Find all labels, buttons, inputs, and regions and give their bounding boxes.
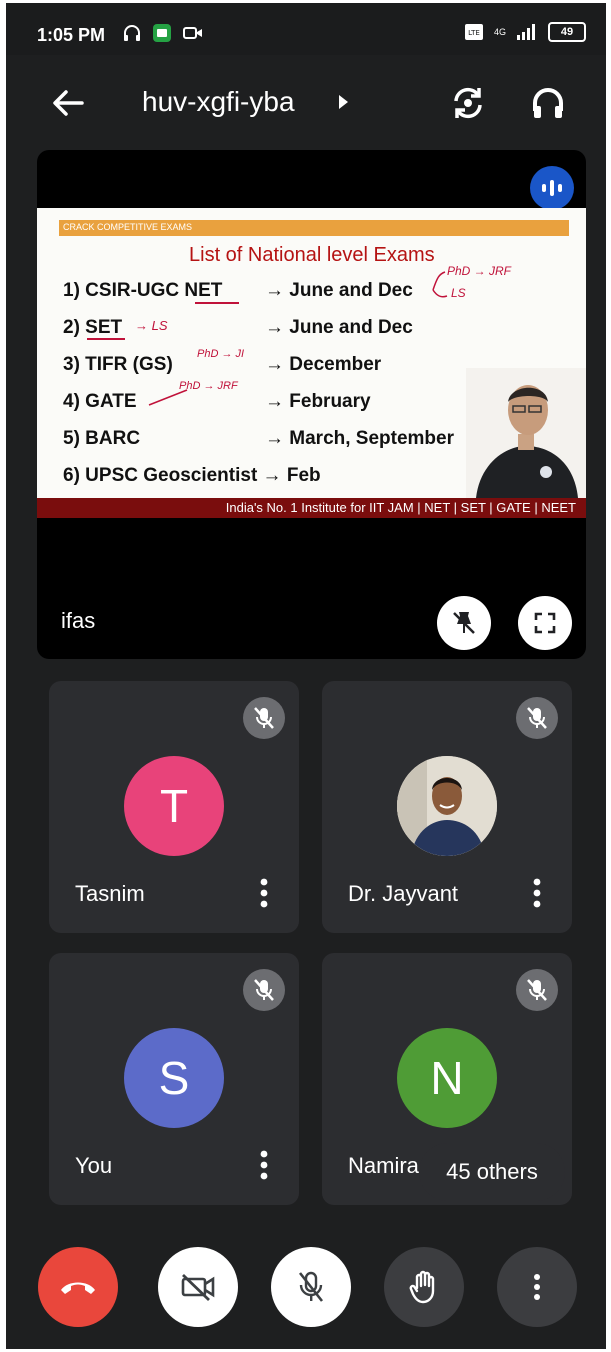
notification-icons: [122, 23, 204, 43]
avatar-initial: T: [159, 780, 189, 832]
headset-notification-icon: [124, 25, 140, 41]
others-count-chip[interactable]: 45 others: [419, 1143, 565, 1201]
participant-tile[interactable]: S You: [49, 953, 299, 1205]
meeting-title[interactable]: huv-xgfi-yba: [142, 86, 295, 118]
status-time: 1:05 PM: [37, 25, 106, 45]
more-vert-icon[interactable]: [532, 877, 542, 909]
video-off-icon: [181, 1273, 215, 1302]
shared-slide: CRACK COMPETITIVE EXAMS List of National…: [37, 208, 586, 518]
network-type: 4G: [493, 27, 506, 37]
battery-level: 49: [560, 26, 574, 38]
presentation-tile[interactable]: CRACK COMPETITIVE EXAMS List of National…: [37, 150, 586, 659]
camera-toggle-button[interactable]: [158, 1247, 238, 1327]
presenter-name: ifas: [61, 608, 96, 633]
phone-screen: 1:05 PM LTE 4G 49 huv-xgfi-yba CRACK COM…: [6, 3, 606, 1349]
avatar-initial: S: [158, 1052, 190, 1104]
avatar: S: [124, 1028, 224, 1128]
avatar: N: [397, 1028, 497, 1128]
participant-name: You: [75, 1153, 113, 1178]
svg-text:LTE: LTE: [468, 29, 480, 37]
back-arrow-icon[interactable]: [48, 83, 88, 123]
volte-icon: LTE: [464, 24, 483, 40]
raise-hand-button[interactable]: [384, 1247, 464, 1327]
mic-off-icon: [298, 1271, 324, 1302]
slide-footer-text: India's No. 1 Institute for IIT JAM | NE…: [225, 500, 576, 515]
unpin-icon: [453, 612, 475, 634]
battery-icon: 49: [548, 22, 586, 42]
switch-camera-icon[interactable]: [448, 83, 488, 123]
avatar-initial: N: [430, 1052, 464, 1104]
more-options-button[interactable]: [497, 1247, 577, 1327]
signal-icon: [517, 24, 535, 40]
mic-off-icon: [516, 697, 558, 739]
unpin-button[interactable]: [437, 596, 491, 650]
end-call-button[interactable]: [38, 1247, 118, 1327]
caret-right-icon[interactable]: [336, 93, 350, 111]
meet-app-icon: [153, 24, 171, 42]
fullscreen-button[interactable]: [518, 596, 572, 650]
hand-icon: [409, 1270, 435, 1304]
video-camera-notification-icon: [183, 27, 202, 39]
headphones-icon[interactable]: [528, 83, 568, 123]
status-bar: 1:05 PM LTE 4G 49: [6, 3, 606, 55]
participant-name: Tasnim: [75, 881, 145, 906]
presenter-video: [466, 368, 586, 498]
participant-tile[interactable]: Dr. Jayvant: [322, 681, 572, 933]
speaking-indicator-icon: [530, 166, 574, 210]
fullscreen-icon: [534, 612, 556, 634]
more-vert-icon[interactable]: [259, 877, 269, 909]
participant-name: Dr. Jayvant: [348, 881, 459, 906]
system-icons: LTE 4G 49: [464, 22, 586, 42]
participant-tile[interactable]: T Tasnim: [49, 681, 299, 933]
avatar: T: [124, 756, 224, 856]
mic-off-icon: [243, 969, 285, 1011]
avatar-photo: [397, 756, 497, 856]
participant-name: Namira: [348, 1153, 419, 1178]
more-vert-icon[interactable]: [259, 1149, 269, 1181]
more-vert-icon: [534, 1274, 540, 1300]
microphone-toggle-button[interactable]: [271, 1247, 351, 1327]
mic-off-icon: [243, 697, 285, 739]
slide-footer: India's No. 1 Institute for IIT JAM | NE…: [37, 498, 586, 518]
hang-up-icon: [61, 1282, 95, 1294]
mic-off-icon: [516, 969, 558, 1011]
